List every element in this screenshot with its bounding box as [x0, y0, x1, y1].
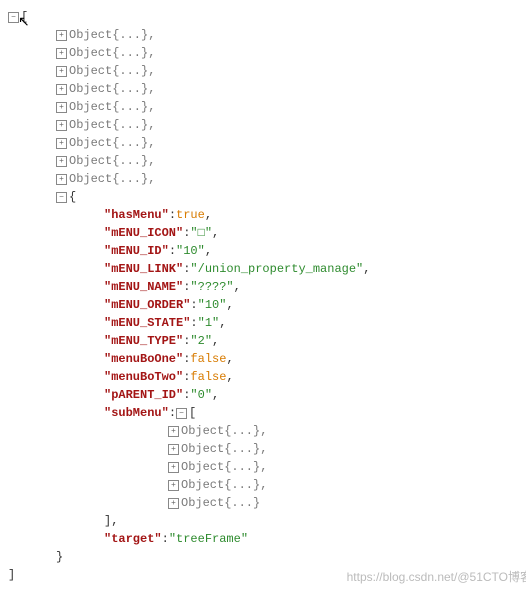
- expand-icon[interactable]: +: [56, 84, 67, 95]
- expand-icon[interactable]: +: [56, 156, 67, 167]
- object-close: }: [8, 548, 526, 566]
- prop-mENU_STATE: "mENU_STATE":"1",: [8, 314, 526, 332]
- expand-icon[interactable]: +: [56, 66, 67, 77]
- collapsed-object: +Object{...},: [8, 80, 526, 98]
- collapsed-object: +Object{...},: [8, 422, 526, 440]
- prop-mENU_ID: "mENU_ID":"10",: [8, 242, 526, 260]
- collapsed-object: +Object{...},: [8, 116, 526, 134]
- array-open: −[: [8, 8, 526, 26]
- expand-icon[interactable]: +: [168, 444, 179, 455]
- prop-hasMenu: "hasMenu":true,: [8, 206, 526, 224]
- expand-icon[interactable]: +: [168, 480, 179, 491]
- prop-target: "target":"treeFrame": [8, 530, 526, 548]
- watermark: https://blog.csdn.net/@51CTO博客: [347, 568, 526, 586]
- collapsed-object: +Object{...},: [8, 152, 526, 170]
- collapsed-object: +Object{...},: [8, 440, 526, 458]
- collapsed-object: +Object{...},: [8, 44, 526, 62]
- prop-mENU_ICON: "mENU_ICON":"□",: [8, 224, 526, 242]
- expand-icon[interactable]: +: [168, 426, 179, 437]
- expand-icon[interactable]: +: [56, 174, 67, 185]
- prop-mENU_ORDER: "mENU_ORDER":"10",: [8, 296, 526, 314]
- prop-mENU_TYPE: "mENU_TYPE":"2",: [8, 332, 526, 350]
- expand-icon[interactable]: +: [56, 102, 67, 113]
- collapsed-object: +Object{...}: [8, 494, 526, 512]
- expand-icon[interactable]: +: [56, 48, 67, 59]
- expand-icon[interactable]: +: [168, 462, 179, 473]
- prop-menuBoOne: "menuBoOne":false,: [8, 350, 526, 368]
- prop-menuBoTwo: "menuBoTwo":false,: [8, 368, 526, 386]
- expand-icon[interactable]: +: [56, 30, 67, 41]
- expand-icon[interactable]: +: [56, 120, 67, 131]
- expand-icon[interactable]: +: [168, 498, 179, 509]
- collapsed-object: +Object{...},: [8, 26, 526, 44]
- collapsed-object: +Object{...},: [8, 458, 526, 476]
- collapsed-object: +Object{...},: [8, 134, 526, 152]
- submenu-close: ],: [8, 512, 526, 530]
- prop-mENU_NAME: "mENU_NAME":"????",: [8, 278, 526, 296]
- prop-mENU_LINK: "mENU_LINK":"/union_property_manage",: [8, 260, 526, 278]
- collapsed-object: +Object{...},: [8, 62, 526, 80]
- collapsed-object: +Object{...},: [8, 476, 526, 494]
- collapsed-object: +Object{...},: [8, 170, 526, 188]
- prop-pARENT_ID: "pARENT_ID":"0",: [8, 386, 526, 404]
- json-tree: −[ +Object{...}, +Object{...}, +Object{.…: [8, 8, 526, 584]
- collapse-icon[interactable]: −: [176, 408, 187, 419]
- object-open: −{: [8, 188, 526, 206]
- collapse-icon[interactable]: −: [8, 12, 19, 23]
- collapse-icon[interactable]: −: [56, 192, 67, 203]
- prop-subMenu: "subMenu":−[: [8, 404, 526, 422]
- expand-icon[interactable]: +: [56, 138, 67, 149]
- collapsed-object: +Object{...},: [8, 98, 526, 116]
